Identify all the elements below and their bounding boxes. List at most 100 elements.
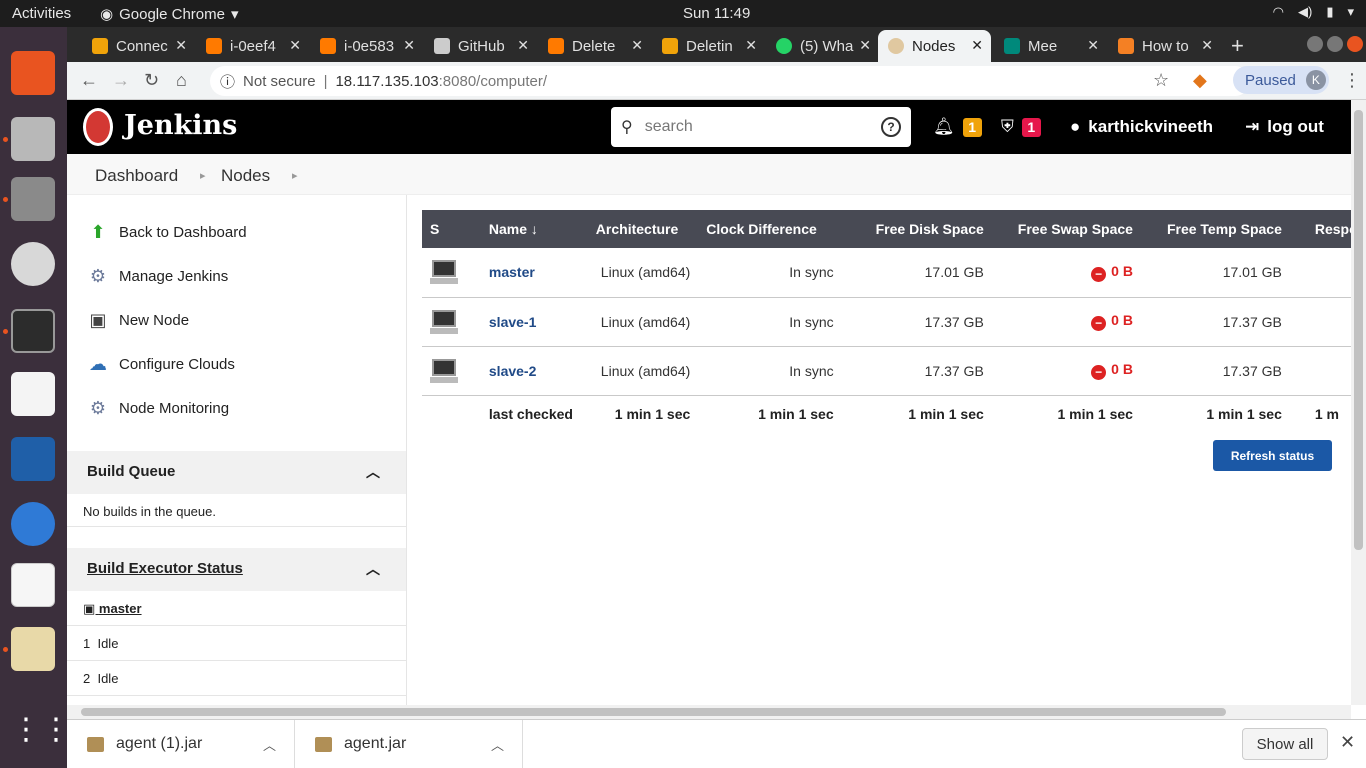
window-controls (1307, 36, 1363, 52)
search-input[interactable]: search (645, 118, 869, 136)
tab-whatsapp[interactable]: (5) Wha ✕ (766, 30, 879, 62)
close-icon[interactable]: ✕ (1201, 37, 1213, 54)
metamask-icon[interactable]: ◆ (1193, 70, 1207, 91)
omnibox[interactable]: ⓘ Not secure | 18.117.135.103:8080/compu… (210, 66, 1250, 96)
chevron-right-icon: ▸ (292, 170, 298, 182)
tab-connect[interactable]: Connec ✕ (82, 30, 195, 62)
tab-github[interactable]: GitHub ✕ (424, 30, 537, 62)
new-tab-button[interactable]: + (1225, 30, 1255, 62)
close-icon[interactable]: ✕ (517, 37, 529, 54)
help-icon[interactable] (11, 502, 55, 546)
breadcrumb-dashboard[interactable]: Dashboard (95, 166, 178, 186)
refresh-status-button[interactable]: Refresh status (1213, 440, 1332, 471)
col-free-disk[interactable]: Free Disk Space (841, 210, 992, 248)
security-button[interactable]: ⛨ 1 (1001, 117, 1041, 137)
tab-delete[interactable]: Delete ✕ (538, 30, 651, 62)
home-icon[interactable]: ⌂ (176, 70, 187, 91)
close-icon[interactable]: ✕ (745, 37, 757, 54)
chevron-up-icon[interactable]: ︿ (366, 462, 380, 482)
close-icon[interactable]: ✕ (631, 37, 643, 54)
col-free-temp[interactable]: Free Temp Space (1140, 210, 1290, 248)
text-editor-icon[interactable] (11, 627, 55, 671)
os-top-bar: Activities ◉ Google Chrome ▾ Sun 11:49 ◠ ◀)… (0, 0, 1366, 27)
jenkins-logo-icon[interactable] (83, 108, 113, 146)
horizontal-scrollbar[interactable] (67, 705, 1351, 719)
node-link[interactable]: master (472, 248, 588, 298)
help-icon[interactable]: ? (881, 117, 901, 137)
error-icon: − (1091, 266, 1107, 282)
tab-deleting[interactable]: Deletin ✕ (652, 30, 765, 62)
close-icon[interactable]: ✕ (1087, 37, 1099, 54)
chevron-up-icon[interactable]: ︿ (366, 559, 380, 579)
wifi-icon: ◠ (1272, 4, 1284, 19)
download-item[interactable]: agent (1).jar ︿ (67, 720, 295, 768)
clock[interactable]: Sun 11:49 (683, 5, 750, 22)
col-name[interactable]: Name ↓ (472, 210, 588, 248)
tab-nodes[interactable]: Nodes ✕ (878, 30, 991, 62)
shield-icon: ⛨ (1001, 117, 1014, 136)
forward-icon[interactable]: → (112, 70, 130, 91)
col-response[interactable]: Respons (1289, 210, 1351, 248)
notifications-button[interactable]: 🔔︎ 1 (933, 117, 982, 137)
node-link[interactable]: slave-2 (472, 346, 588, 396)
col-clock-difference[interactable]: Clock Difference (698, 210, 842, 248)
show-all-button[interactable]: Show all (1242, 728, 1328, 760)
breadcrumb-nodes[interactable]: Nodes (221, 166, 270, 186)
sidebar-item-configure-clouds[interactable]: ☁ Configure Clouds (87, 351, 235, 377)
maximize-button[interactable] (1327, 36, 1343, 52)
sidebar-item-back-to-dashboard[interactable]: ⬆ Back to Dashboard (87, 219, 246, 245)
terminal-icon[interactable] (11, 309, 55, 353)
rhythmbox-icon[interactable] (11, 242, 55, 286)
sidebar-item-manage-jenkins[interactable]: ⚙ Manage Jenkins (87, 263, 228, 289)
col-architecture[interactable]: Architecture (587, 210, 699, 248)
star-icon[interactable]: ☆ (1153, 70, 1169, 91)
col-free-swap[interactable]: Free Swap Space (991, 210, 1141, 248)
jenkins-brand[interactable]: Jenkins (124, 110, 237, 141)
back-icon[interactable]: ← (80, 70, 98, 91)
document-viewer-icon[interactable] (11, 563, 55, 607)
search-box[interactable]: ⚲ search ? (611, 107, 911, 147)
chevron-up-icon[interactable]: ︿ (263, 735, 276, 754)
chevron-up-icon[interactable]: ︿ (491, 735, 504, 754)
app-menu[interactable]: ◉ Google Chrome ▾ (100, 5, 239, 24)
close-icon[interactable]: ✕ (175, 37, 187, 54)
gear-icon: ⚙ (89, 265, 107, 286)
tab-how-to[interactable]: How to ✕ (1108, 30, 1221, 62)
col-status[interactable]: S (422, 210, 473, 248)
tab-meet[interactable]: Mee ✕ (994, 30, 1107, 62)
close-icon[interactable]: ✕ (1340, 732, 1355, 753)
close-icon[interactable]: ✕ (971, 37, 983, 54)
printer-icon[interactable] (11, 117, 55, 161)
node-link[interactable]: slave-1 (472, 297, 588, 347)
activities-button[interactable]: Activities (12, 5, 71, 22)
close-window-button[interactable] (1347, 36, 1363, 52)
meet-icon (1004, 38, 1020, 54)
profile-paused-button[interactable]: Paused K (1233, 66, 1329, 94)
minimize-button[interactable] (1307, 36, 1323, 52)
close-icon[interactable]: ✕ (859, 37, 871, 54)
menu-icon[interactable]: ⋮ (1343, 70, 1361, 91)
download-item[interactable]: agent.jar ︿ (295, 720, 523, 768)
tab-instance-1[interactable]: i-0eef4 ✕ (196, 30, 309, 62)
amazon-icon[interactable] (11, 372, 55, 416)
software-center-icon[interactable] (11, 51, 55, 95)
show-apps-icon[interactable]: ⋮⋮ (11, 712, 71, 756)
aws-icon (662, 38, 678, 54)
logout-link[interactable]: ⇥ log out (1245, 117, 1324, 137)
nodes-table: S Name ↓ Architecture Clock Difference F… (422, 210, 1351, 433)
close-icon[interactable]: ✕ (289, 37, 301, 54)
user-link[interactable]: ● karthickvineeth (1070, 117, 1213, 137)
reload-icon[interactable]: ↻ (144, 70, 159, 91)
chevron-down-icon: ▾ (1347, 4, 1354, 19)
system-tray[interactable]: ◠ ◀) ▮ ▾ (1273, 4, 1354, 20)
sidebar-item-node-monitoring[interactable]: ⚙ Node Monitoring (87, 395, 229, 421)
writer-icon[interactable] (11, 437, 55, 481)
close-icon[interactable]: ✕ (403, 37, 415, 54)
executor-node-master[interactable]: ▣ master (67, 591, 406, 626)
vertical-scrollbar[interactable] (1351, 100, 1366, 705)
sidebar-item-new-node[interactable]: ▣ New Node (87, 307, 189, 333)
build-queue-header[interactable]: Build Queue ︿ (67, 451, 406, 494)
tab-instance-2[interactable]: i-0e583 ✕ (310, 30, 423, 62)
executor-status-header[interactable]: Build Executor Status ︿ (67, 548, 406, 591)
file-manager-icon[interactable] (11, 177, 55, 221)
